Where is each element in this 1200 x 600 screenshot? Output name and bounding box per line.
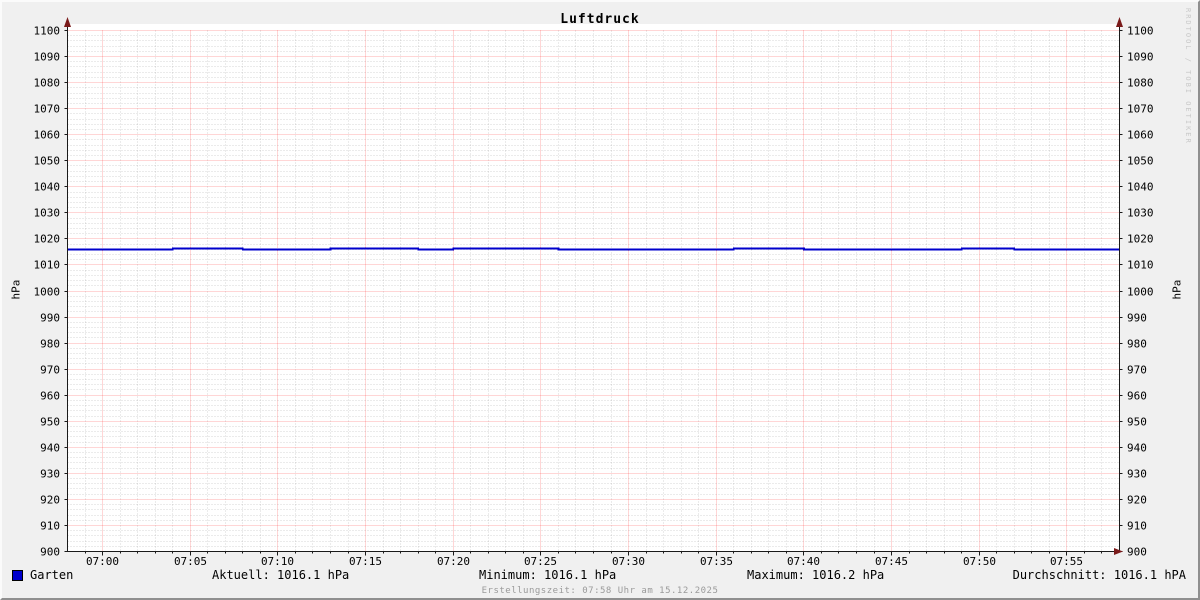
stat-current-value: 1016.1 hPa: [277, 568, 349, 582]
svg-text:07:30: 07:30: [612, 555, 645, 568]
y-axis-label-left: hPa: [10, 270, 23, 310]
svg-text:1000: 1000: [1127, 286, 1154, 299]
svg-text:07:05: 07:05: [174, 555, 207, 568]
svg-text:1070: 1070: [1127, 103, 1154, 116]
svg-text:1050: 1050: [1127, 155, 1154, 168]
svg-text:07:15: 07:15: [349, 555, 382, 568]
svg-text:07:35: 07:35: [700, 555, 733, 568]
svg-text:07:25: 07:25: [524, 555, 557, 568]
svg-text:1000: 1000: [34, 286, 61, 299]
svg-text:1080: 1080: [34, 77, 61, 90]
svg-text:910: 910: [1127, 520, 1147, 533]
creation-timestamp: Erstellungszeit: 07:58 Uhr am 15.12.2025: [2, 586, 1198, 596]
legend-series-label: Garten: [30, 568, 73, 582]
pressure-line-chart: 900 900 910 910 920 920 930 930 940 940 950 950 960 9…: [2, 2, 1200, 600]
stat-maximum: Maximum: 1016.2 hPa: [747, 568, 884, 582]
svg-text:910: 910: [40, 520, 60, 533]
svg-text:980: 980: [1127, 338, 1147, 351]
svg-text:960: 960: [1127, 390, 1147, 403]
svg-text:900: 900: [1127, 546, 1147, 559]
svg-text:1010: 1010: [34, 259, 61, 272]
svg-text:1020: 1020: [1127, 233, 1154, 246]
svg-text:930: 930: [1127, 468, 1147, 481]
stat-average: Durchschnitt: 1016.1 hPA: [1013, 568, 1186, 582]
svg-text:950: 950: [40, 416, 60, 429]
svg-text:1020: 1020: [34, 233, 61, 246]
svg-text:1010: 1010: [1127, 259, 1154, 272]
chart-container: Luftdruck 900900910910920920930930940940…: [0, 0, 1200, 600]
svg-text:960: 960: [40, 390, 60, 403]
svg-text:980: 980: [40, 338, 60, 351]
svg-text:940: 940: [40, 442, 60, 455]
stat-minimum-label: Minimum:: [479, 568, 537, 582]
svg-text:07:40: 07:40: [787, 555, 820, 568]
svg-text:07:20: 07:20: [437, 555, 470, 568]
legend-row: Garten Aktuell: 1016.1 hPa Minimum: 1016…: [2, 568, 1198, 584]
svg-text:1050: 1050: [34, 155, 61, 168]
svg-text:1060: 1060: [1127, 129, 1154, 142]
svg-text:1070: 1070: [34, 103, 61, 116]
svg-text:07:45: 07:45: [875, 555, 908, 568]
svg-text:950: 950: [1127, 416, 1147, 429]
svg-text:920: 920: [1127, 494, 1147, 507]
stat-maximum-value: 1016.2 hPa: [812, 568, 884, 582]
svg-text:1080: 1080: [1127, 77, 1154, 90]
stat-current-label: Aktuell:: [212, 568, 270, 582]
series-color-swatch: [12, 570, 23, 581]
svg-text:1090: 1090: [1127, 51, 1154, 64]
svg-text:1030: 1030: [1127, 207, 1154, 220]
svg-text:970: 970: [1127, 364, 1147, 377]
stat-average-value: 1016.1 hPA: [1114, 568, 1186, 582]
y-axis-label-right: hPa: [1171, 270, 1184, 310]
svg-text:07:10: 07:10: [261, 555, 294, 568]
stat-minimum: Minimum: 1016.1 hPa: [479, 568, 616, 582]
svg-text:1090: 1090: [34, 51, 61, 64]
svg-text:1030: 1030: [34, 207, 61, 220]
svg-text:1060: 1060: [34, 129, 61, 142]
svg-text:07:50: 07:50: [963, 555, 996, 568]
svg-text:1100: 1100: [1127, 25, 1154, 38]
stat-minimum-value: 1016.1 hPa: [544, 568, 616, 582]
svg-text:920: 920: [40, 494, 60, 507]
svg-text:940: 940: [1127, 442, 1147, 455]
svg-text:990: 990: [1127, 312, 1147, 325]
svg-text:07:00: 07:00: [86, 555, 119, 568]
svg-text:07:55: 07:55: [1050, 555, 1083, 568]
svg-text:990: 990: [40, 312, 60, 325]
svg-text:930: 930: [40, 468, 60, 481]
svg-text:1100: 1100: [34, 25, 61, 38]
svg-text:970: 970: [40, 364, 60, 377]
svg-text:900: 900: [40, 546, 60, 559]
svg-text:1040: 1040: [34, 181, 61, 194]
stat-average-label: Durchschnitt:: [1013, 568, 1107, 582]
stat-maximum-label: Maximum:: [747, 568, 805, 582]
rrdtool-watermark: RRDTOOL / TOBI OETIKER: [1184, 8, 1192, 145]
stat-current: Aktuell: 1016.1 hPa: [212, 568, 349, 582]
svg-text:1040: 1040: [1127, 181, 1154, 194]
